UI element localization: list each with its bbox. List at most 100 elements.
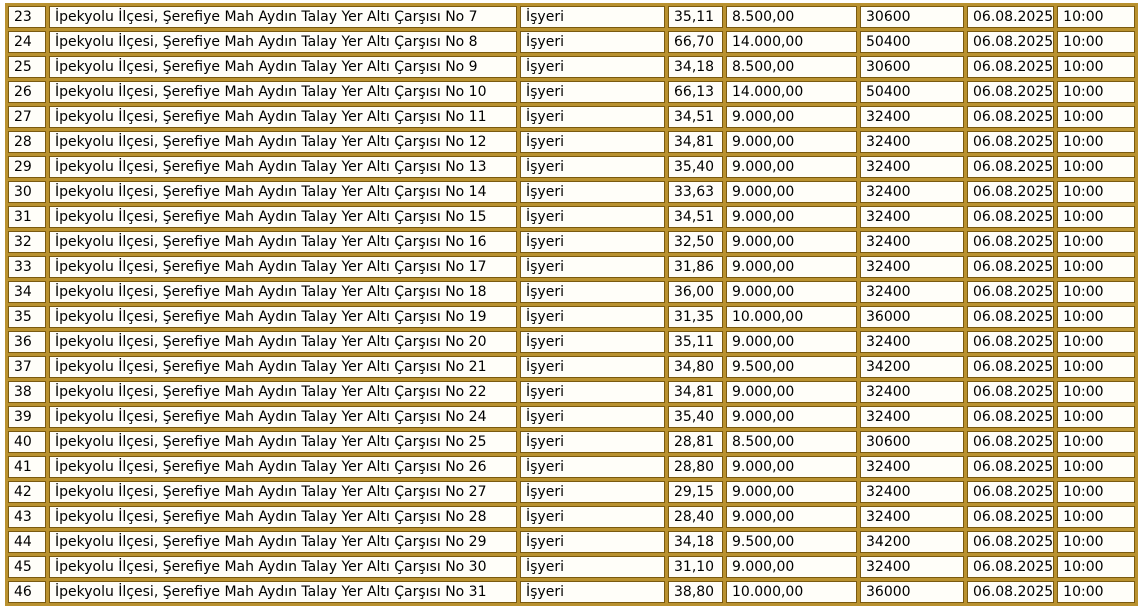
row-number-cell: 32: [8, 231, 46, 253]
deposit-cell: 36000: [860, 581, 964, 603]
rent-price-cell: 9.000,00: [726, 481, 857, 503]
auction-time-cell: 10:00: [1057, 231, 1136, 253]
auction-time-cell: 10:00: [1057, 31, 1136, 53]
area-cell: 35,40: [668, 406, 723, 428]
property-type-cell: İşyeri: [520, 431, 665, 453]
auction-time-cell: 10:00: [1057, 456, 1136, 478]
area-cell: 34,80: [668, 356, 723, 378]
auction-date-cell: 06.08.2025: [967, 231, 1055, 253]
property-type-cell: İşyeri: [520, 281, 665, 303]
property-type-cell: İşyeri: [520, 356, 665, 378]
rent-price-cell: 9.000,00: [726, 456, 857, 478]
area-cell: 28,80: [668, 456, 723, 478]
rent-price-cell: 8.500,00: [726, 6, 857, 28]
auction-time-cell: 10:00: [1057, 56, 1136, 78]
page: 23 İpekyolu İlçesi, Şerefiye Mah Aydın Ta…: [0, 0, 1139, 608]
table-body: 23 İpekyolu İlçesi, Şerefiye Mah Aydın Ta…: [8, 6, 1136, 603]
deposit-cell: 32400: [860, 556, 964, 578]
table-row: 30 İpekyolu İlçesi, Şerefiye Mah Aydın Ta…: [8, 181, 1136, 203]
auction-date-cell: 06.08.2025: [967, 431, 1055, 453]
rent-price-cell: 9.000,00: [726, 281, 857, 303]
property-type-cell: İşyeri: [520, 181, 665, 203]
table-row: 42 İpekyolu İlçesi, Şerefiye Mah Aydın Ta…: [8, 481, 1136, 503]
auction-date-cell: 06.08.2025: [967, 556, 1055, 578]
area-cell: 35,40: [668, 156, 723, 178]
table-row: 31 İpekyolu İlçesi, Şerefiye Mah Aydın Ta…: [8, 206, 1136, 228]
address-cell: İpekyolu İlçesi, Şerefiye Mah Aydın Tala…: [49, 456, 517, 478]
area-cell: 28,40: [668, 506, 723, 528]
deposit-cell: 30600: [860, 431, 964, 453]
deposit-cell: 32400: [860, 481, 964, 503]
auction-date-cell: 06.08.2025: [967, 206, 1055, 228]
table-row: 39 İpekyolu İlçesi, Şerefiye Mah Aydın Ta…: [8, 406, 1136, 428]
table-row: 29 İpekyolu İlçesi, Şerefiye Mah Aydın Ta…: [8, 156, 1136, 178]
address-cell: İpekyolu İlçesi, Şerefiye Mah Aydın Tala…: [49, 156, 517, 178]
area-cell: 35,11: [668, 6, 723, 28]
address-cell: İpekyolu İlçesi, Şerefiye Mah Aydın Tala…: [49, 531, 517, 553]
property-type-cell: İşyeri: [520, 231, 665, 253]
auction-time-cell: 10:00: [1057, 381, 1136, 403]
address-cell: İpekyolu İlçesi, Şerefiye Mah Aydın Tala…: [49, 556, 517, 578]
property-type-cell: İşyeri: [520, 6, 665, 28]
row-number-cell: 40: [8, 431, 46, 453]
property-type-cell: İşyeri: [520, 506, 665, 528]
rent-price-cell: 9.000,00: [726, 406, 857, 428]
area-cell: 28,81: [668, 431, 723, 453]
rent-price-cell: 8.500,00: [726, 431, 857, 453]
area-cell: 29,15: [668, 481, 723, 503]
property-type-cell: İşyeri: [520, 131, 665, 153]
table-row: 44 İpekyolu İlçesi, Şerefiye Mah Aydın Ta…: [8, 531, 1136, 553]
table-row: 25 İpekyolu İlçesi, Şerefiye Mah Aydın Ta…: [8, 56, 1136, 78]
rent-price-cell: 9.000,00: [726, 381, 857, 403]
table-row: 28 İpekyolu İlçesi, Şerefiye Mah Aydın Ta…: [8, 131, 1136, 153]
property-type-cell: İşyeri: [520, 456, 665, 478]
rent-price-cell: 8.500,00: [726, 56, 857, 78]
auction-date-cell: 06.08.2025: [967, 56, 1055, 78]
area-cell: 34,81: [668, 381, 723, 403]
table-row: 45 İpekyolu İlçesi, Şerefiye Mah Aydın Ta…: [8, 556, 1136, 578]
rent-price-cell: 9.000,00: [726, 506, 857, 528]
deposit-cell: 30600: [860, 56, 964, 78]
table-row: 40 İpekyolu İlçesi, Şerefiye Mah Aydın Ta…: [8, 431, 1136, 453]
auction-date-cell: 06.08.2025: [967, 306, 1055, 328]
auction-date-cell: 06.08.2025: [967, 281, 1055, 303]
deposit-cell: 32400: [860, 181, 964, 203]
rent-price-cell: 9.000,00: [726, 106, 857, 128]
row-number-cell: 39: [8, 406, 46, 428]
auction-date-cell: 06.08.2025: [967, 381, 1055, 403]
row-number-cell: 30: [8, 181, 46, 203]
rent-price-cell: 9.500,00: [726, 356, 857, 378]
table-row: 37 İpekyolu İlçesi, Şerefiye Mah Aydın Ta…: [8, 356, 1136, 378]
address-cell: İpekyolu İlçesi, Şerefiye Mah Aydın Tala…: [49, 331, 517, 353]
address-cell: İpekyolu İlçesi, Şerefiye Mah Aydın Tala…: [49, 406, 517, 428]
row-number-cell: 29: [8, 156, 46, 178]
auction-date-cell: 06.08.2025: [967, 256, 1055, 278]
table-row: 35 İpekyolu İlçesi, Şerefiye Mah Aydın Ta…: [8, 306, 1136, 328]
address-cell: İpekyolu İlçesi, Şerefiye Mah Aydın Tala…: [49, 56, 517, 78]
address-cell: İpekyolu İlçesi, Şerefiye Mah Aydın Tala…: [49, 181, 517, 203]
auction-date-cell: 06.08.2025: [967, 531, 1055, 553]
property-type-cell: İşyeri: [520, 31, 665, 53]
deposit-cell: 32400: [860, 456, 964, 478]
rent-price-cell: 14.000,00: [726, 81, 857, 103]
rent-price-cell: 9.000,00: [726, 331, 857, 353]
auction-date-cell: 06.08.2025: [967, 581, 1055, 603]
row-number-cell: 37: [8, 356, 46, 378]
deposit-cell: 32400: [860, 256, 964, 278]
row-number-cell: 35: [8, 306, 46, 328]
address-cell: İpekyolu İlçesi, Şerefiye Mah Aydın Tala…: [49, 81, 517, 103]
address-cell: İpekyolu İlçesi, Şerefiye Mah Aydın Tala…: [49, 431, 517, 453]
area-cell: 34,51: [668, 206, 723, 228]
deposit-cell: 32400: [860, 156, 964, 178]
address-cell: İpekyolu İlçesi, Şerefiye Mah Aydın Tala…: [49, 231, 517, 253]
table-row: 26 İpekyolu İlçesi, Şerefiye Mah Aydın Ta…: [8, 81, 1136, 103]
auction-time-cell: 10:00: [1057, 431, 1136, 453]
rent-price-cell: 9.500,00: [726, 531, 857, 553]
area-cell: 38,80: [668, 581, 723, 603]
auction-time-cell: 10:00: [1057, 81, 1136, 103]
auction-date-cell: 06.08.2025: [967, 456, 1055, 478]
row-number-cell: 34: [8, 281, 46, 303]
rent-price-cell: 9.000,00: [726, 556, 857, 578]
table-row: 38 İpekyolu İlçesi, Şerefiye Mah Aydın Ta…: [8, 381, 1136, 403]
table-row: 23 İpekyolu İlçesi, Şerefiye Mah Aydın Ta…: [8, 6, 1136, 28]
